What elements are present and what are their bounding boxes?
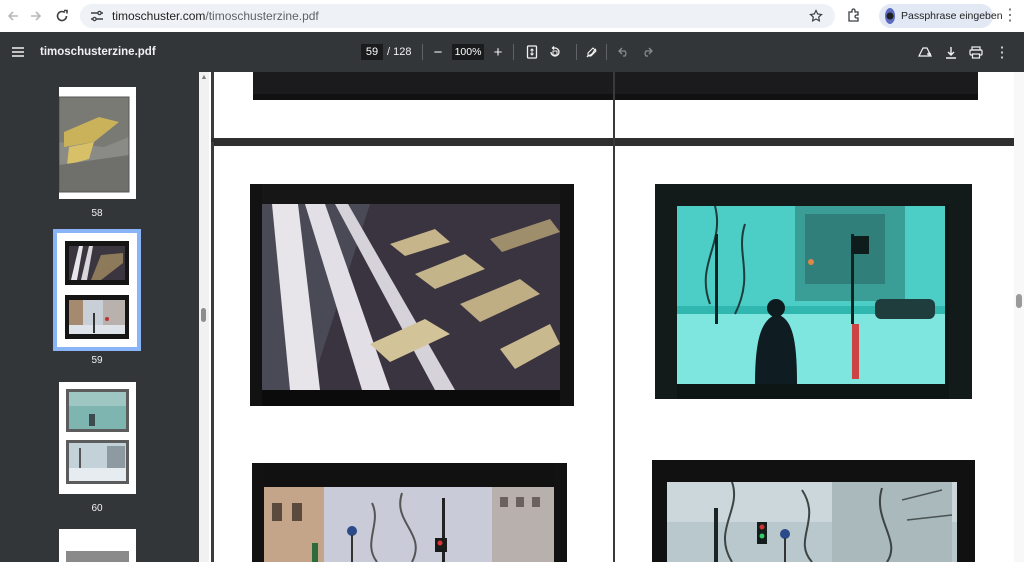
thumbnail-label: 60	[91, 503, 103, 514]
toolbar-divider	[513, 44, 514, 60]
extensions-icon[interactable]	[844, 5, 864, 25]
thumbnail-image	[57, 233, 137, 347]
url-path: /timoschusterzine.pdf	[205, 9, 319, 23]
profile-button[interactable]: Passphrase eingeben	[879, 4, 1003, 28]
page-photo-top	[253, 72, 978, 100]
browser-toolbar: timoschuster.com/timoschusterzine.pdf Pa…	[0, 0, 1024, 32]
page-photo-street-buildings	[252, 463, 567, 562]
fit-page-icon[interactable]	[523, 32, 541, 72]
page-spread-divider	[613, 72, 615, 562]
thumbnail-label: 58	[91, 208, 103, 219]
viewer-scrollbar[interactable]	[1014, 72, 1024, 562]
thumbnail-image	[59, 529, 136, 562]
thumbnail-image	[59, 382, 136, 494]
print-icon[interactable]	[967, 32, 985, 72]
drive-save-icon[interactable]	[916, 32, 934, 72]
rotate-icon[interactable]	[546, 32, 564, 72]
thumbnail-label: 59	[91, 355, 103, 366]
bookmark-star-icon[interactable]	[807, 7, 825, 25]
thumbnail-image	[58, 87, 136, 199]
thumbnail-sidebar: 58 59 60	[0, 72, 199, 562]
document-title: timoschusterzine.pdf	[40, 46, 156, 58]
download-icon[interactable]	[942, 32, 960, 72]
address-bar[interactable]: timoschuster.com/timoschusterzine.pdf	[80, 4, 835, 28]
undo-icon[interactable]	[615, 32, 633, 72]
page-photo-snowy-trees	[652, 460, 975, 562]
page-photo-crosswalk	[250, 184, 574, 406]
thumbnail-page-58[interactable]	[58, 87, 136, 199]
page-photo-winter-teal	[655, 184, 972, 399]
annotate-icon[interactable]	[583, 32, 601, 72]
menu-icon[interactable]	[8, 32, 28, 72]
url-host: timoschuster.com	[112, 9, 206, 23]
toolbar-divider	[576, 44, 577, 60]
page-border	[211, 72, 214, 142]
page-number-input[interactable]: 59	[361, 44, 383, 60]
reload-icon[interactable]	[49, 3, 75, 29]
viewer-scroll-thumb[interactable]	[1016, 294, 1022, 308]
sidebar-scroll-thumb[interactable]	[201, 308, 206, 322]
zoom-in-button[interactable]: +	[490, 32, 506, 72]
zoom-out-button[interactable]: −	[430, 32, 446, 72]
forward-icon[interactable]	[23, 3, 49, 29]
zoom-input[interactable]: 100%	[452, 44, 484, 60]
site-info-icon[interactable]	[84, 4, 110, 28]
page-border	[211, 142, 214, 562]
thumbnail-page-61[interactable]	[59, 529, 136, 562]
thumbnail-page-60[interactable]	[59, 382, 136, 494]
toolbar-divider	[422, 44, 423, 60]
thumbnail-page-59[interactable]	[53, 229, 141, 351]
page-total: / 128	[387, 46, 412, 58]
sidebar-scrollbar[interactable]: ▲	[199, 72, 209, 562]
profile-label: Passphrase eingeben	[901, 10, 1003, 22]
profile-avatar-icon	[885, 8, 895, 24]
browser-menu-icon[interactable]: ⋮	[1002, 6, 1018, 26]
more-options-icon[interactable]: ⋮	[993, 32, 1011, 72]
pdf-viewer[interactable]	[209, 72, 1014, 562]
scroll-up-icon[interactable]: ▲	[200, 74, 208, 82]
url-text: timoschuster.com/timoschusterzine.pdf	[112, 9, 319, 23]
redo-icon[interactable]	[638, 32, 656, 72]
toolbar-divider	[606, 44, 607, 60]
pdf-toolbar: timoschusterzine.pdf 59 / 128 − 100% + ⋮	[0, 32, 1024, 72]
